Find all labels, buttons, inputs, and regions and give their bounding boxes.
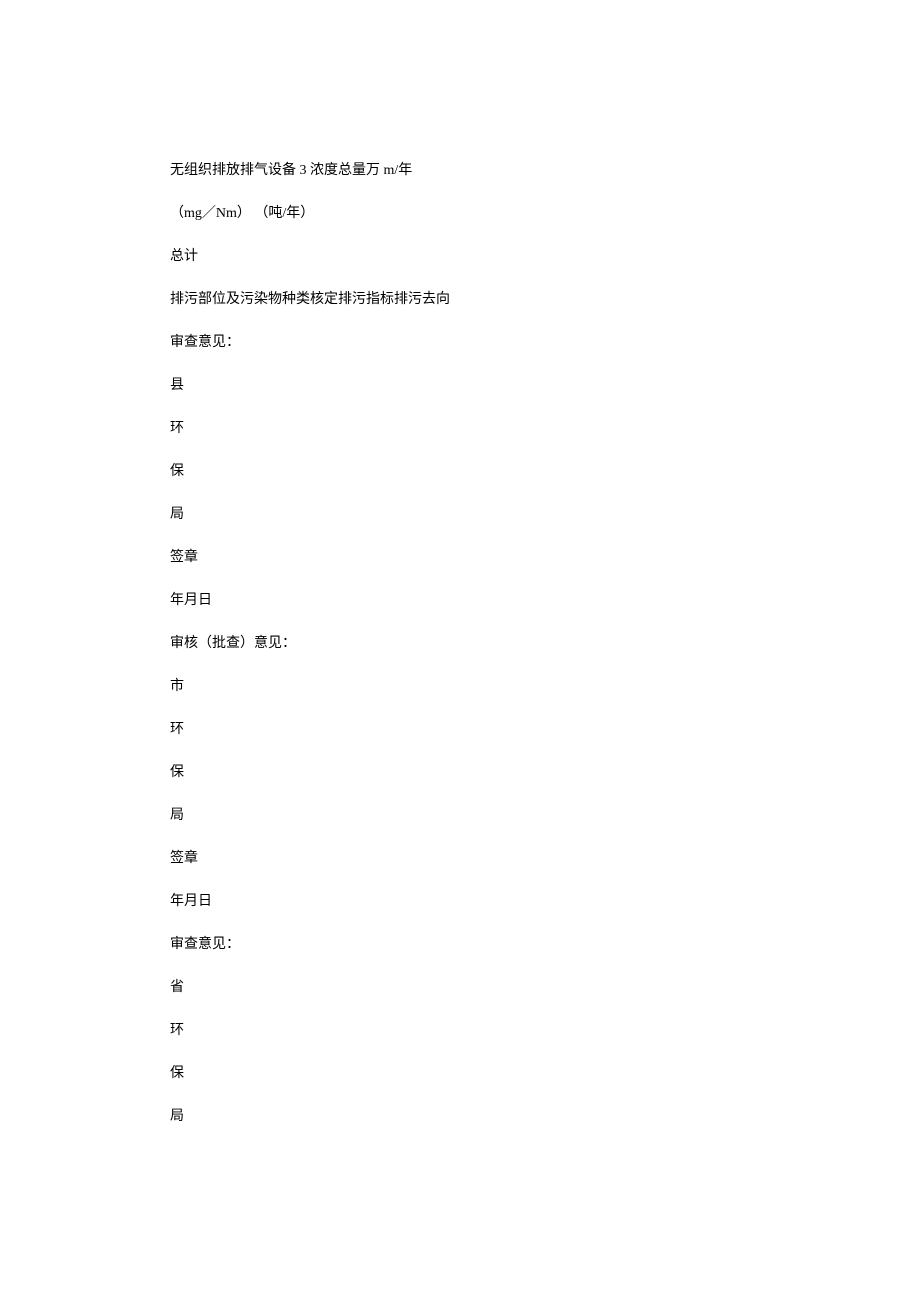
text-line: 环 — [170, 1020, 750, 1041]
text-line: 签章 — [170, 848, 750, 869]
text-line: 县 — [170, 375, 750, 396]
text-line: 无组织排放排气设备 3 浓度总量万 m/年 — [170, 160, 750, 181]
text-line: 审核（批查）意见： — [170, 633, 750, 654]
text-line: 保 — [170, 762, 750, 783]
text-line: 总计 — [170, 246, 750, 267]
text-line: 审查意见： — [170, 332, 750, 353]
text-line: 年月日 — [170, 590, 750, 611]
text-line: 审查意见： — [170, 934, 750, 955]
text-line: 市 — [170, 676, 750, 697]
text-line: 保 — [170, 1063, 750, 1084]
text-line: 保 — [170, 461, 750, 482]
text-line: 排污部位及污染物种类核定排污指标排污去向 — [170, 289, 750, 310]
text-line: 环 — [170, 418, 750, 439]
text-line: （mg／Nm） （吨/年） — [170, 203, 750, 224]
text-line: 局 — [170, 504, 750, 525]
text-line: 环 — [170, 719, 750, 740]
text-line: 局 — [170, 1106, 750, 1127]
text-line: 年月日 — [170, 891, 750, 912]
text-line: 签章 — [170, 547, 750, 568]
text-line: 省 — [170, 977, 750, 998]
text-line: 局 — [170, 805, 750, 826]
